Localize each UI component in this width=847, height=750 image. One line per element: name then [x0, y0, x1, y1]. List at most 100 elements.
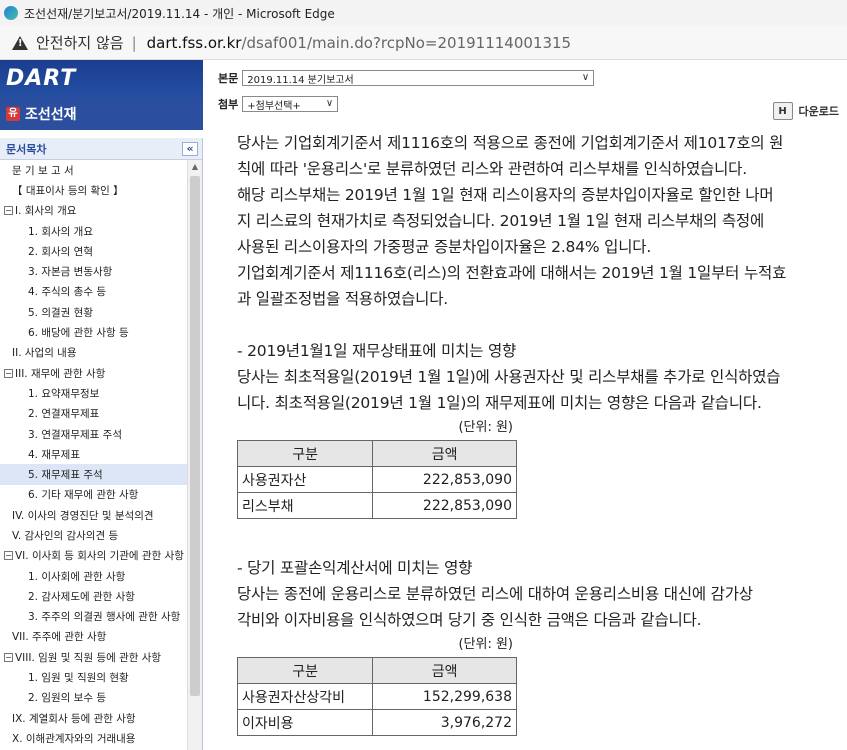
toc-item[interactable]: 2. 감사제도에 관한 사항 — [0, 586, 187, 606]
toc-item[interactable]: V. 감사인의 감사의견 등 — [0, 525, 187, 545]
toc-item-label: IV. 이사의 경영진단 및 분석의견 — [12, 509, 154, 522]
toc-item-label: 문 기 보 고 서 — [12, 164, 74, 177]
body-label: 본문 — [218, 72, 239, 85]
dart-brand-panel: DART 유 조선선재 — [0, 60, 203, 130]
collapse-sidebar-button[interactable]: « — [182, 141, 198, 156]
address-bar[interactable]: 안전하지 않음 | dart.fss.or.kr/dsaf001/main.do… — [0, 26, 847, 60]
toc-item[interactable]: 【 대표이사 등의 확인 】 — [0, 180, 187, 200]
toc-item[interactable]: 6. 배당에 관한 사항 등 — [0, 322, 187, 342]
toc-item[interactable]: 4. 주식의 총수 등 — [0, 282, 187, 302]
toc-item-label: 2. 임원의 보수 등 — [28, 692, 106, 705]
body-select-value: 2019.11.14 분기보고서 — [247, 74, 354, 86]
toc-item[interactable]: VII. 주주에 관한 사항 — [0, 627, 187, 647]
section1-text: 당사는 최초적용일(2019년 1월 1일)에 사용권자산 및 리스부채를 추가… — [237, 364, 843, 416]
toc-item[interactable]: − VIII. 임원 및 직원 등에 관한 사항 — [0, 647, 187, 667]
collapse-minus-icon[interactable]: − — [4, 652, 13, 662]
toc-item-label: 6. 기타 재무에 관한 사항 — [28, 489, 139, 502]
collapse-minus-icon[interactable]: − — [4, 551, 13, 561]
toc-item-label: 1. 회사의 개요 — [28, 225, 93, 238]
toc-item[interactable]: 1. 임원 및 직원의 현황 — [0, 667, 187, 687]
collapse-minus-icon[interactable]: − — [4, 368, 13, 378]
warning-icon — [12, 35, 28, 50]
scrollbar-thumb[interactable] — [190, 176, 200, 696]
toc-item[interactable]: IV. 이사의 경영진단 및 분석의견 — [0, 505, 187, 525]
attach-label: 첨부 — [218, 98, 239, 111]
save-disk-icon: H — [772, 102, 793, 120]
section1-heading: - 2019년1월1일 재무상태표에 미치는 영향 — [237, 342, 517, 360]
attach-select-row: 첨부 +첨부선택+ ∨ — [218, 96, 339, 112]
toc-item[interactable]: IX. 계열회사 등에 관한 사항 — [0, 708, 187, 728]
toc-item-label: 2. 연결재무제표 — [28, 408, 100, 421]
scroll-up-arrow-icon[interactable]: ▲ — [188, 160, 202, 174]
toc-item[interactable]: 2. 임원의 보수 등 — [0, 688, 187, 708]
toc-item-label: VII. 주주에 관한 사항 — [12, 631, 107, 644]
toc-item-label: 4. 재무제표 — [28, 448, 80, 461]
table-row: 사용권자산상각비 152,299,638 — [236, 683, 517, 710]
toc-item[interactable]: 4. 재무제표 — [0, 444, 187, 464]
chevron-down-icon: ∨ — [581, 72, 590, 83]
toc-item[interactable]: 1. 이사회에 관한 사항 — [0, 566, 187, 586]
table-header-cell: 금액 — [372, 440, 517, 467]
toc-item[interactable]: 3. 주주의 의결권 행사에 관한 사항 — [0, 607, 187, 627]
table-cell-amount: 3,976,272 — [372, 709, 517, 736]
sidebar-header: 문서목차 « — [0, 138, 202, 160]
toc-item[interactable]: 5. 의결권 현황 — [0, 302, 187, 322]
toc-item[interactable]: 1. 회사의 개요 — [0, 221, 187, 241]
toc-item-label: 3. 자본금 변동사항 — [28, 266, 113, 279]
attach-select[interactable]: +첨부선택+ ∨ — [242, 96, 339, 112]
toc-item-label: VI. 이사회 등 회사의 기관에 관한 사항 — [15, 550, 184, 563]
sidebar-scrollbar[interactable]: ▲ — [187, 160, 202, 750]
toc-item[interactable]: 6. 기타 재무에 관한 사항 — [0, 485, 187, 505]
toc-item[interactable]: − III. 재무에 관한 사항 — [0, 363, 187, 383]
table-cell-label: 사용권자산상각비 — [236, 683, 374, 710]
section1-unit: (단위: 원) — [458, 420, 513, 435]
toc-item-label: 2. 감사제도에 관한 사항 — [28, 590, 135, 603]
security-status[interactable]: 안전하지 않음 — [36, 32, 124, 53]
attach-select-value: +첨부선택+ — [247, 100, 301, 112]
toc-item-label: 5. 재무제표 주석 — [28, 469, 103, 482]
table-cell-amount: 152,299,638 — [372, 683, 517, 710]
toc-item[interactable]: 5. 재무제표 주석 — [0, 464, 187, 485]
toc-item-label: 5. 의결권 현황 — [28, 306, 93, 319]
toc-item[interactable]: 1. 요약재무정보 — [0, 383, 187, 403]
toc-item-label: 1. 요약재무정보 — [28, 387, 100, 400]
url-path[interactable]: /dsaf001/main.do?rcpNo=20191114001315 — [241, 34, 571, 52]
url-host[interactable]: dart.fss.or.kr — [147, 34, 242, 52]
window-title: 조선선재/분기보고서/2019.11.14 - 개인 - Microsoft E… — [24, 6, 335, 21]
toc-item-label: I. 회사의 개요 — [15, 205, 77, 218]
toc-item[interactable]: X. 이해관계자와의 거래내용 — [0, 728, 187, 748]
document-body: 당사는 기업회계기준서 제1116호의 적용으로 종전에 기업회계기준서 제10… — [236, 130, 843, 736]
paragraph-line: 해당 리스부채는 2019년 1월 1일 현재 리스이용자의 증분차입이자율로 … — [237, 186, 774, 204]
toc-item-label: V. 감사인의 감사의견 등 — [12, 529, 119, 542]
toc-item[interactable]: − VI. 이사회 등 회사의 기관에 관한 사항 — [0, 546, 187, 566]
toc-item-label: 1. 이사회에 관한 사항 — [28, 570, 126, 583]
section2-text: 당사는 종전에 운용리스로 분류하였던 리스에 대하여 운용리스비용 대신에 감… — [237, 581, 843, 633]
dart-logo[interactable]: DART — [6, 66, 76, 91]
toc-item[interactable]: 3. 자본금 변동사항 — [0, 261, 187, 281]
document-content: 당사는 기업회계기준서 제1116호의 적용으로 종전에 기업회계기준서 제10… — [212, 130, 847, 750]
toc-item[interactable]: 2. 회사의 연혁 — [0, 241, 187, 261]
toc-item-label: III. 재무에 관한 사항 — [15, 367, 106, 380]
company-icon: 유 — [6, 107, 20, 121]
table-cell-label: 리스부채 — [236, 492, 374, 519]
toc-item[interactable]: 2. 연결재무제표 — [0, 404, 187, 424]
toc-item-label: IX. 계열회사 등에 관한 사항 — [12, 712, 136, 725]
toc-item[interactable]: II. 사업의 내용 — [0, 343, 187, 363]
toc-item[interactable]: 3. 연결재무제표 주석 — [0, 424, 187, 444]
address-separator: | — [131, 33, 137, 52]
toc-item-label: VIII. 임원 및 직원 등에 관한 사항 — [15, 651, 162, 664]
table-header-cell: 구분 — [236, 440, 374, 467]
toc-item-label: 3. 연결재무제표 주석 — [28, 428, 122, 441]
paragraph-line: 당사는 종전에 운용리스로 분류하였던 리스에 대하여 운용리스비용 대신에 감… — [237, 585, 753, 603]
toc-item[interactable]: − I. 회사의 개요 — [0, 201, 187, 221]
body-document-select[interactable]: 2019.11.14 분기보고서 ∨ — [242, 70, 595, 86]
intro-paragraphs: 당사는 기업회계기준서 제1116호의 적용으로 종전에 기업회계기준서 제10… — [237, 130, 843, 312]
paragraph-line: 당사는 기업회계기준서 제1116호의 적용으로 종전에 기업회계기준서 제10… — [237, 134, 784, 152]
toc-list: 문 기 보 고 서 【 대표이사 등의 확인 】 − I. 회사의 개요 1. 회사의 … — [0, 160, 187, 750]
section2-heading: - 당기 포괄손익계산서에 미치는 영향 — [237, 559, 473, 577]
download-button[interactable]: H 다운로드 — [772, 102, 839, 120]
collapse-minus-icon[interactable]: − — [4, 206, 13, 216]
toc-item[interactable]: 문 기 보 고 서 — [0, 160, 187, 180]
